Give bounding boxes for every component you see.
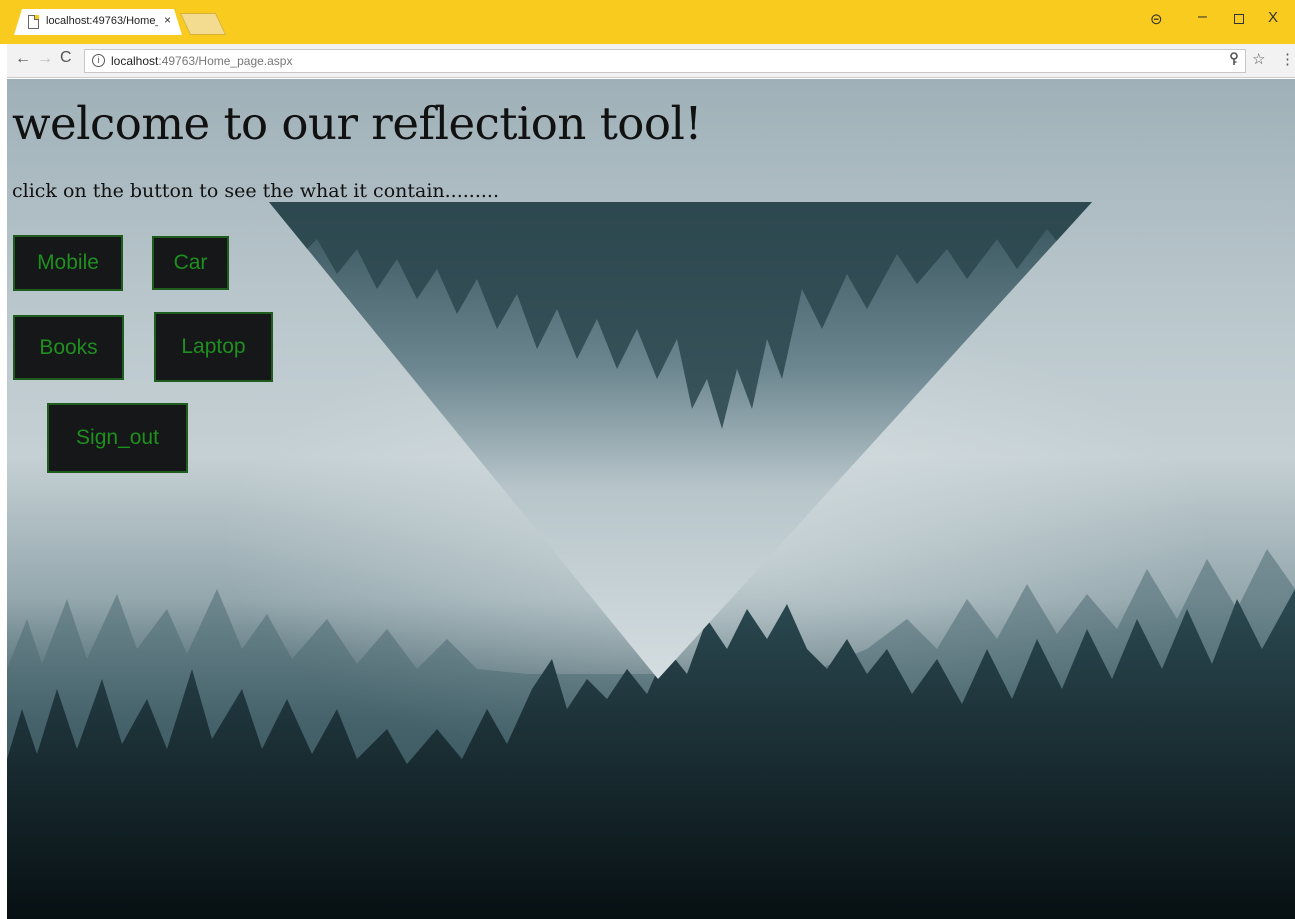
forward-icon[interactable]: → — [37, 50, 53, 68]
reload-icon[interactable]: C — [60, 49, 72, 67]
minimize-icon[interactable]: – — [1198, 8, 1207, 26]
books-button[interactable]: Books — [13, 315, 124, 380]
page-subtitle: click on the button to see the what it c… — [12, 180, 499, 202]
user-icon[interactable]: ⊝ — [1150, 10, 1163, 28]
menu-icon[interactable]: ⋮ — [1280, 50, 1295, 68]
sign-out-button[interactable]: Sign_out — [47, 403, 188, 473]
url-host: localhost — [111, 54, 159, 68]
tab-title: localhost:49763/Home_p — [46, 15, 158, 27]
reflection-triangle-image — [269, 202, 1092, 679]
maximize-icon[interactable] — [1234, 14, 1244, 24]
url-path: :49763/Home_page.aspx — [158, 54, 293, 68]
mobile-button[interactable]: Mobile — [13, 235, 123, 291]
window-close-icon[interactable]: X — [1268, 9, 1278, 26]
info-icon[interactable]: i — [92, 54, 105, 67]
star-icon[interactable]: ☆ — [1252, 50, 1265, 68]
back-icon[interactable]: ← — [15, 50, 31, 68]
browser-toolbar: ← → C i localhost:49763/Home_page.aspx ☆… — [7, 44, 1295, 78]
browser-tab[interactable]: localhost:49763/Home_p × — [14, 9, 182, 35]
url-text[interactable]: localhost:49763/Home_page.aspx — [111, 54, 292, 68]
laptop-button[interactable]: Laptop — [154, 312, 273, 382]
address-bar[interactable]: i localhost:49763/Home_page.aspx — [84, 49, 1246, 73]
browser-titlebar: localhost:49763/Home_p × ⊝ – X — [0, 0, 1295, 44]
car-button[interactable]: Car — [152, 236, 229, 290]
page-viewport: welcome to our reflection tool! click on… — [7, 79, 1295, 919]
new-tab-button[interactable] — [179, 13, 227, 35]
key-icon[interactable] — [1229, 52, 1239, 69]
page-icon — [28, 15, 39, 29]
page-title: welcome to our reflection tool! — [12, 97, 702, 150]
close-icon[interactable]: × — [164, 13, 171, 27]
